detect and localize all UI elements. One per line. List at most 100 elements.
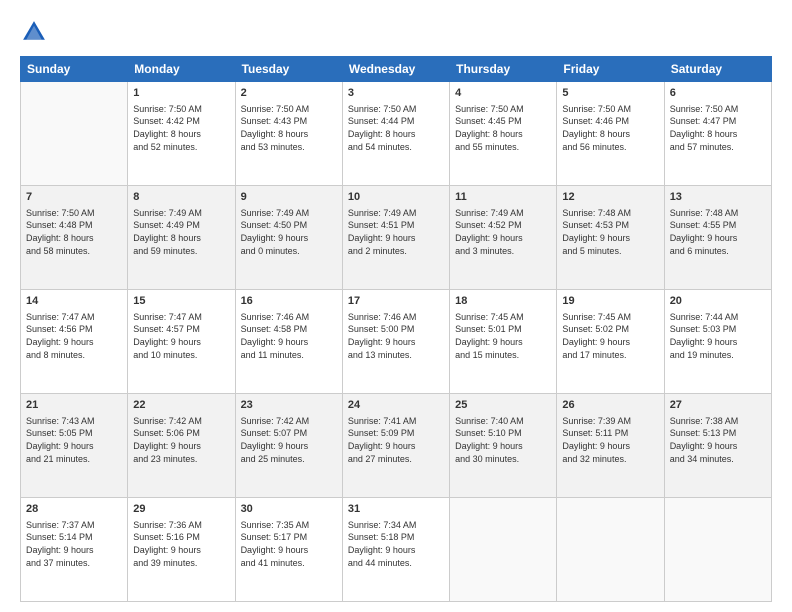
day-info: Sunrise: 7:42 AM Sunset: 5:07 PM Dayligh… [241,415,337,465]
day-cell: 25 Sunrise: 7:40 AM Sunset: 5:10 PM Dayli… [450,394,557,498]
day-info: Sunrise: 7:35 AM Sunset: 5:17 PM Dayligh… [241,519,337,569]
day-cell: 10Sunrise: 7:49 AM Sunset: 4:51 PM Dayli… [342,186,449,290]
day-cell: 20 Sunrise: 7:44 AM Sunset: 5:03 PM Dayli… [664,290,771,394]
week-row-5: 28Sunrise: 7:37 AM Sunset: 5:14 PM Dayli… [21,498,772,602]
day-number: 6 [670,86,766,101]
day-info: Sunrise: 7:50 AM Sunset: 4:47 PM Dayligh… [670,103,766,153]
day-info: Sunrise: 7:47 AM Sunset: 4:57 PM Dayligh… [133,311,229,361]
week-row-3: 14 Sunrise: 7:47 AM Sunset: 4:56 PM Dayli… [21,290,772,394]
day-info: Sunrise: 7:45 AM Sunset: 5:01 PM Dayligh… [455,311,551,361]
day-info: Sunrise: 7:38 AM Sunset: 5:13 PM Dayligh… [670,415,766,465]
day-cell: 15 Sunrise: 7:47 AM Sunset: 4:57 PM Dayli… [128,290,235,394]
day-number: 3 [348,86,444,101]
day-info: Sunrise: 7:50 AM Sunset: 4:44 PM Dayligh… [348,103,444,153]
day-info: Sunrise: 7:39 AM Sunset: 5:11 PM Dayligh… [562,415,658,465]
day-cell [450,498,557,602]
day-cell: 1 Sunrise: 7:50 AM Sunset: 4:42 PM Daylig… [128,82,235,186]
day-info: Sunrise: 7:34 AM Sunset: 5:18 PM Dayligh… [348,519,444,569]
day-number: 25 [455,398,551,413]
day-cell: 17 Sunrise: 7:46 AM Sunset: 5:00 PM Dayli… [342,290,449,394]
day-number: 19 [562,294,658,309]
day-info: Sunrise: 7:40 AM Sunset: 5:10 PM Dayligh… [455,415,551,465]
day-number: 21 [26,398,122,413]
day-info: Sunrise: 7:46 AM Sunset: 4:58 PM Dayligh… [241,311,337,361]
day-number: 20 [670,294,766,309]
day-info: Sunrise: 7:49 AM Sunset: 4:52 PM Dayligh… [455,207,551,257]
col-header-sunday: Sunday [21,57,128,82]
day-cell: 29 Sunrise: 7:36 AM Sunset: 5:16 PM Dayli… [128,498,235,602]
day-number: 22 [133,398,229,413]
page: SundayMondayTuesdayWednesdayThursdayFrid… [0,0,792,612]
day-info: Sunrise: 7:47 AM Sunset: 4:56 PM Dayligh… [26,311,122,361]
day-info: Sunrise: 7:44 AM Sunset: 5:03 PM Dayligh… [670,311,766,361]
col-header-monday: Monday [128,57,235,82]
day-number: 5 [562,86,658,101]
day-cell: 31 Sunrise: 7:34 AM Sunset: 5:18 PM Dayli… [342,498,449,602]
day-cell [21,82,128,186]
day-cell [664,498,771,602]
day-info: Sunrise: 7:45 AM Sunset: 5:02 PM Dayligh… [562,311,658,361]
day-number: 23 [241,398,337,413]
day-number: 13 [670,190,766,205]
day-cell: 18 Sunrise: 7:45 AM Sunset: 5:01 PM Dayli… [450,290,557,394]
day-cell [557,498,664,602]
day-number: 15 [133,294,229,309]
logo [20,18,52,46]
week-row-1: 1 Sunrise: 7:50 AM Sunset: 4:42 PM Daylig… [21,82,772,186]
day-info: Sunrise: 7:36 AM Sunset: 5:16 PM Dayligh… [133,519,229,569]
day-cell: 23 Sunrise: 7:42 AM Sunset: 5:07 PM Dayli… [235,394,342,498]
day-number: 30 [241,502,337,517]
day-info: Sunrise: 7:50 AM Sunset: 4:48 PM Dayligh… [26,207,122,257]
week-row-4: 21 Sunrise: 7:43 AM Sunset: 5:05 PM Dayli… [21,394,772,498]
day-number: 7 [26,190,122,205]
day-info: Sunrise: 7:50 AM Sunset: 4:46 PM Dayligh… [562,103,658,153]
day-cell: 19 Sunrise: 7:45 AM Sunset: 5:02 PM Dayli… [557,290,664,394]
header [20,18,772,46]
day-cell: 3 Sunrise: 7:50 AM Sunset: 4:44 PM Daylig… [342,82,449,186]
day-cell: 24Sunrise: 7:41 AM Sunset: 5:09 PM Dayli… [342,394,449,498]
day-info: Sunrise: 7:49 AM Sunset: 4:50 PM Dayligh… [241,207,337,257]
day-number: 8 [133,190,229,205]
day-cell: 4 Sunrise: 7:50 AM Sunset: 4:45 PM Daylig… [450,82,557,186]
day-info: Sunrise: 7:42 AM Sunset: 5:06 PM Dayligh… [133,415,229,465]
day-number: 11 [455,190,551,205]
day-cell: 28Sunrise: 7:37 AM Sunset: 5:14 PM Dayli… [21,498,128,602]
day-info: Sunrise: 7:50 AM Sunset: 4:45 PM Dayligh… [455,103,551,153]
day-info: Sunrise: 7:46 AM Sunset: 5:00 PM Dayligh… [348,311,444,361]
day-number: 26 [562,398,658,413]
day-cell: 16Sunrise: 7:46 AM Sunset: 4:58 PM Dayli… [235,290,342,394]
col-header-tuesday: Tuesday [235,57,342,82]
week-row-2: 7 Sunrise: 7:50 AM Sunset: 4:48 PM Daylig… [21,186,772,290]
day-info: Sunrise: 7:48 AM Sunset: 4:55 PM Dayligh… [670,207,766,257]
day-number: 17 [348,294,444,309]
day-cell: 26 Sunrise: 7:39 AM Sunset: 5:11 PM Dayli… [557,394,664,498]
day-info: Sunrise: 7:49 AM Sunset: 4:51 PM Dayligh… [348,207,444,257]
day-info: Sunrise: 7:48 AM Sunset: 4:53 PM Dayligh… [562,207,658,257]
header-row: SundayMondayTuesdayWednesdayThursdayFrid… [21,57,772,82]
day-number: 14 [26,294,122,309]
day-info: Sunrise: 7:49 AM Sunset: 4:49 PM Dayligh… [133,207,229,257]
day-cell: 22 Sunrise: 7:42 AM Sunset: 5:06 PM Dayli… [128,394,235,498]
day-cell: 8 Sunrise: 7:49 AM Sunset: 4:49 PM Daylig… [128,186,235,290]
day-number: 31 [348,502,444,517]
day-number: 1 [133,86,229,101]
day-cell: 6 Sunrise: 7:50 AM Sunset: 4:47 PM Daylig… [664,82,771,186]
day-number: 9 [241,190,337,205]
day-cell: 14 Sunrise: 7:47 AM Sunset: 4:56 PM Dayli… [21,290,128,394]
day-info: Sunrise: 7:41 AM Sunset: 5:09 PM Dayligh… [348,415,444,465]
day-number: 2 [241,86,337,101]
day-cell: 30 Sunrise: 7:35 AM Sunset: 5:17 PM Dayli… [235,498,342,602]
logo-icon [20,18,48,46]
col-header-friday: Friday [557,57,664,82]
day-cell: 13 Sunrise: 7:48 AM Sunset: 4:55 PM Dayli… [664,186,771,290]
day-number: 18 [455,294,551,309]
day-cell: 2Sunrise: 7:50 AM Sunset: 4:43 PM Daylig… [235,82,342,186]
day-number: 4 [455,86,551,101]
day-cell: 9 Sunrise: 7:49 AM Sunset: 4:50 PM Daylig… [235,186,342,290]
day-number: 29 [133,502,229,517]
col-header-wednesday: Wednesday [342,57,449,82]
day-number: 27 [670,398,766,413]
day-cell: 21 Sunrise: 7:43 AM Sunset: 5:05 PM Dayli… [21,394,128,498]
day-info: Sunrise: 7:43 AM Sunset: 5:05 PM Dayligh… [26,415,122,465]
day-info: Sunrise: 7:50 AM Sunset: 4:42 PM Dayligh… [133,103,229,153]
